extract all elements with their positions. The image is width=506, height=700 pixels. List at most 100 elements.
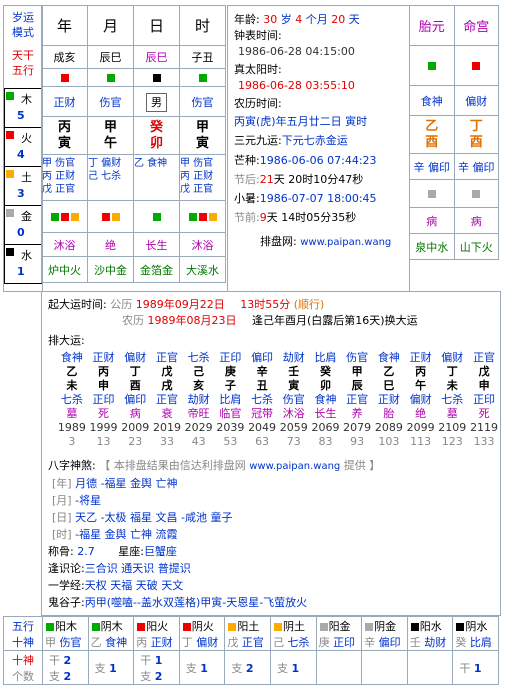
xingzuo-value: 巨蟹座 bbox=[143, 545, 177, 558]
dayun-ss2: 七杀 bbox=[441, 393, 464, 406]
mangzhong-label: 芒种: bbox=[234, 154, 260, 167]
sanyuan-label: 三元九运: bbox=[234, 134, 282, 147]
ten-god-element: 阴火 bbox=[191, 619, 214, 633]
dayun-a: 113 bbox=[410, 435, 432, 448]
gregorian-time: 13时55分 bbox=[240, 298, 291, 311]
ten-god-cell: 阳木甲 伤官 bbox=[42, 616, 89, 651]
dayun-g: 戊 bbox=[161, 365, 173, 378]
element-2: 土3 bbox=[5, 167, 42, 206]
dayun-y: 2019 bbox=[152, 421, 181, 434]
dayun-y: 2089 bbox=[374, 421, 403, 434]
element-swatch bbox=[6, 209, 14, 217]
minggong-header: 命宫 bbox=[453, 5, 499, 46]
canggan-item: 甲 伤官 bbox=[42, 158, 76, 169]
ten-god-name: 正官 bbox=[241, 635, 264, 649]
ten-god-count: 支 1 bbox=[269, 650, 317, 685]
pillar-twelve: 沐浴 bbox=[41, 232, 88, 257]
mode-title-1[interactable]: 岁运 bbox=[4, 10, 42, 25]
dayun-st: 临官 bbox=[219, 407, 242, 420]
dayun-g: 乙 bbox=[66, 365, 78, 378]
shensha-site-link[interactable]: www.paipan.wang bbox=[249, 461, 340, 472]
ten-god-cell: 阴金辛 偏印 bbox=[361, 616, 408, 651]
dayun-z: 丑 bbox=[256, 379, 268, 392]
ten-god-gan: 甲 bbox=[45, 635, 56, 649]
shensha-value: 天乙 -太极 福星 文昌 -咸池 童子 bbox=[75, 511, 233, 524]
dayun-direction: (顺行) bbox=[293, 298, 325, 311]
dayun-ss: 食神 bbox=[60, 351, 83, 364]
fengshi-label: 逢识论: bbox=[48, 562, 85, 575]
ten-god-cell: 阴火丁 偏财 bbox=[178, 616, 226, 651]
right-zhi: 酉 bbox=[469, 134, 483, 150]
ten-god-name: 伤官 bbox=[59, 635, 82, 649]
after-jieqi-rest: 天 20时10分47秒 bbox=[273, 173, 364, 186]
element-swatch bbox=[6, 131, 14, 139]
ten-god-count: 干 2支 2 bbox=[42, 650, 89, 685]
dayun-ss2: 食神 bbox=[314, 393, 337, 406]
pillar-gan: 甲 bbox=[195, 119, 209, 135]
shensha-rows: [年] 月德 -福星 金舆 亡神 [月] -将星 [日] 天乙 -太极 福星 文昌 … bbox=[48, 475, 500, 543]
gan-count: 2 bbox=[63, 653, 72, 667]
before-jieqi-label: 节前: bbox=[234, 211, 260, 224]
shensha-label: 八字神煞: bbox=[48, 459, 96, 472]
clock-value: 1986-06-28 04:15:00 bbox=[238, 45, 355, 58]
right-ganzhi: 乙酉 bbox=[409, 115, 455, 154]
dayun-y: 1989 bbox=[57, 421, 86, 434]
dayun-y: 2009 bbox=[121, 421, 150, 434]
right-color bbox=[453, 45, 499, 86]
shensha-pillar: [年] bbox=[52, 477, 72, 490]
right-shishen: 食神 bbox=[409, 85, 455, 116]
dayun-ss2: 正印 bbox=[92, 393, 115, 406]
dayun-g: 己 bbox=[193, 365, 205, 378]
ten-god-gan: 丙 bbox=[136, 635, 148, 649]
dayun-a: 123 bbox=[441, 435, 463, 448]
dayun-z: 戌 bbox=[161, 379, 173, 392]
dayun-ss2: 七杀 bbox=[251, 393, 274, 406]
ten-god-swatch bbox=[91, 622, 100, 631]
dayun-z: 子 bbox=[224, 379, 236, 392]
dayun-ss: 伤官 bbox=[346, 351, 369, 364]
dayun-g: 癸 bbox=[319, 365, 331, 378]
shensha-note-end: 提供 】 bbox=[343, 459, 381, 472]
gan-count-label: 干 bbox=[140, 653, 152, 667]
zhi-count-label: 支 bbox=[231, 661, 243, 675]
element-name: 火 bbox=[21, 132, 32, 145]
pillar-twelve: 沐浴 bbox=[179, 232, 226, 257]
ten-god-name: 食神 bbox=[105, 635, 128, 649]
ten-gods-table: 五行 十神 阳木甲 伤官 阴木乙 食神 阳火丙 正财 阴火丁 偏财 阳土戊 正官 阴土己 七杀… bbox=[3, 616, 499, 685]
zhi-count-label: 支 bbox=[94, 661, 106, 675]
canggan-item: 丙 正财 bbox=[42, 171, 76, 182]
pillar-color bbox=[41, 68, 88, 87]
ten-god-name: 正财 bbox=[150, 635, 173, 649]
ten-god-gan: 丁 bbox=[181, 635, 193, 649]
shensha-row: [日] 天乙 -太极 福星 文昌 -咸池 童子 bbox=[52, 509, 500, 526]
shishen-text: 正财 bbox=[53, 95, 76, 109]
pillar-header: 日 bbox=[133, 5, 180, 46]
clock-label: 钟表时间: bbox=[234, 29, 282, 42]
ten-god-gan: 乙 bbox=[90, 635, 102, 649]
mode-title-2[interactable]: 模式 bbox=[4, 25, 42, 40]
dayun-a: 43 bbox=[191, 435, 206, 448]
solar-label: 真太阳时: bbox=[234, 63, 282, 76]
ten-god-element: 阳火 bbox=[146, 619, 169, 633]
dayun-st: 养 bbox=[351, 407, 363, 420]
canggan-item: 甲 伤官 bbox=[180, 158, 214, 169]
element-name: 水 bbox=[21, 249, 32, 262]
canggan-colors bbox=[41, 200, 88, 233]
element-name: 金 bbox=[21, 210, 32, 223]
right-gan: 丁 bbox=[469, 118, 483, 134]
zhi-count-label: 支 bbox=[140, 669, 152, 683]
dayun-y: 1999 bbox=[89, 421, 118, 434]
ten-god-cell: 阳水壬 劫财 bbox=[406, 616, 454, 651]
right-canggan: 辛 偏印 bbox=[409, 153, 455, 180]
gregorian-label: 公历 bbox=[110, 298, 133, 311]
pillar-header: 月 bbox=[87, 5, 134, 46]
canggan-swatch bbox=[70, 213, 79, 221]
dayun-g: 辛 bbox=[256, 365, 268, 378]
site-link[interactable]: www.paipan.wang bbox=[300, 237, 391, 248]
canggan-item: 戊 正官 bbox=[42, 184, 76, 195]
dayun-label: 排大运: bbox=[48, 334, 85, 347]
dayun-ss: 正财 bbox=[409, 351, 432, 364]
pillar-canggan: 乙 食神 bbox=[133, 154, 180, 201]
canggan-swatch bbox=[60, 213, 69, 221]
element-name: 木 bbox=[21, 93, 32, 106]
